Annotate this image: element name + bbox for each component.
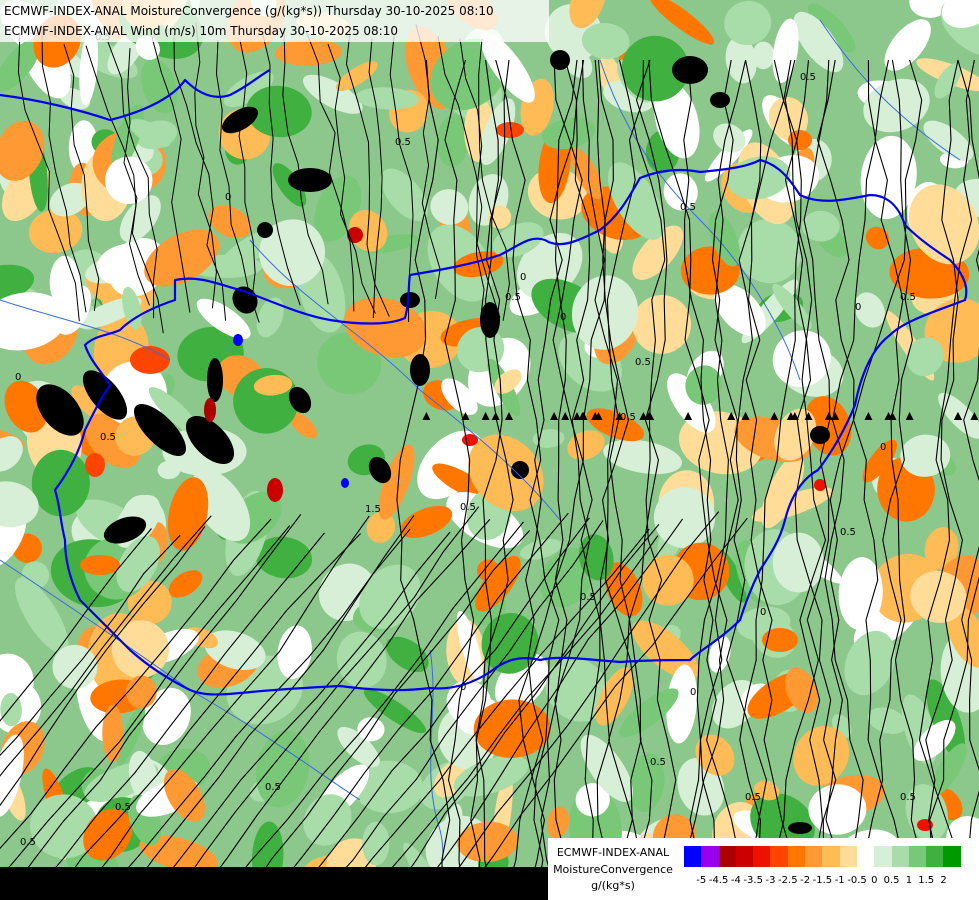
legend-tick-label: 0.5 [883,875,900,886]
legend-tick-label: 2 [940,875,947,886]
legend-swatch [874,846,892,867]
contour-label: 0.5 [900,292,916,303]
contour-label: 0.5 [745,792,761,803]
legend-swatch [701,846,719,867]
legend-swatch [770,846,788,867]
map-title-box: ECMWF-INDEX-ANAL MoistureConvergence (g/… [0,0,549,42]
legend-variable: MoistureConvergence [553,863,673,876]
contour-label: 0 [880,442,886,453]
legend-tick-label: 1.5 [918,875,935,886]
legend-tick-label: -1.5 [812,875,833,886]
legend-tick-label: -2.5 [778,875,798,886]
contour-label: 0 [855,302,861,313]
legend-swatch [891,846,909,867]
legend-tick-label: -3.5 [743,875,763,886]
legend-tick-label: 1 [905,875,913,886]
legend-swatch [684,846,702,867]
contour-label: 0.5 [395,137,411,148]
legend-unit: g/(kg*s) [591,879,635,892]
legend-swatch [787,846,806,867]
contour-label: 0.5 [100,432,116,443]
legend-swatch [805,846,823,867]
contour-label: 0 [225,192,231,203]
contour-label: 0.5 [650,757,666,768]
contour-label: 0.5 [900,792,916,803]
moisture-convergence-map[interactable]: 0.500.500.50.500.51.50.500.500.50.50.500… [0,0,979,900]
legend-tick-label: -1 [834,875,845,886]
legend-tick-label: 0 [871,875,878,886]
legend-swatch [822,846,840,867]
legend-swatch [943,846,961,867]
contour-label: 0.5 [505,292,521,303]
contour-label: 0 [460,682,466,693]
contour-label: 0.5 [620,412,636,423]
contour-label: 1.5 [365,504,381,515]
contour-label: 0.5 [115,802,131,813]
title-wind: ECMWF-INDEX-ANAL Wind (m/s) 10m Thursday… [4,24,398,38]
legend-tick-label: -4.5 [708,875,729,886]
contour-label: 0.5 [460,502,476,513]
contour-label: 0.5 [635,357,651,368]
legend-source: ECMWF-INDEX-ANAL [556,846,670,859]
legend-swatch [839,846,857,867]
title-moisture: ECMWF-INDEX-ANAL MoistureConvergence (g/… [4,4,494,18]
map-view[interactable]: 0.500.500.50.500.51.50.500.500.50.50.500… [0,0,979,900]
legend-tick-label: -5 [696,875,707,886]
contour-label: 0 [760,607,766,618]
legend-swatch [718,846,736,867]
legend-swatch [908,846,927,867]
contour-label: 0 [690,687,696,698]
contour-label: 0.5 [580,592,596,603]
contour-label: 0.5 [265,782,281,793]
contour-label: 0.5 [840,527,856,538]
legend-swatches [684,846,961,867]
legend-tick-label: -3 [765,875,776,886]
contour-label: 0 [560,312,566,323]
legend-swatch [856,846,875,867]
contour-label: 0.5 [20,837,36,848]
contour-label: 0.5 [800,72,816,83]
bottom-bar [0,867,548,900]
legend-swatch [926,846,944,867]
legend-tick-label: -4 [730,875,741,886]
legend-swatch [753,846,771,867]
contour-label: 0 [15,372,21,383]
color-legend: ECMWF-INDEX-ANAL MoistureConvergence g/(… [548,838,979,900]
legend-tick-label: -2 [800,875,811,886]
legend-swatch [735,846,754,867]
contour-label: 0 [520,272,526,283]
legend-tick-label: -0.5 [847,875,867,886]
contour-label: 0.5 [680,202,696,213]
